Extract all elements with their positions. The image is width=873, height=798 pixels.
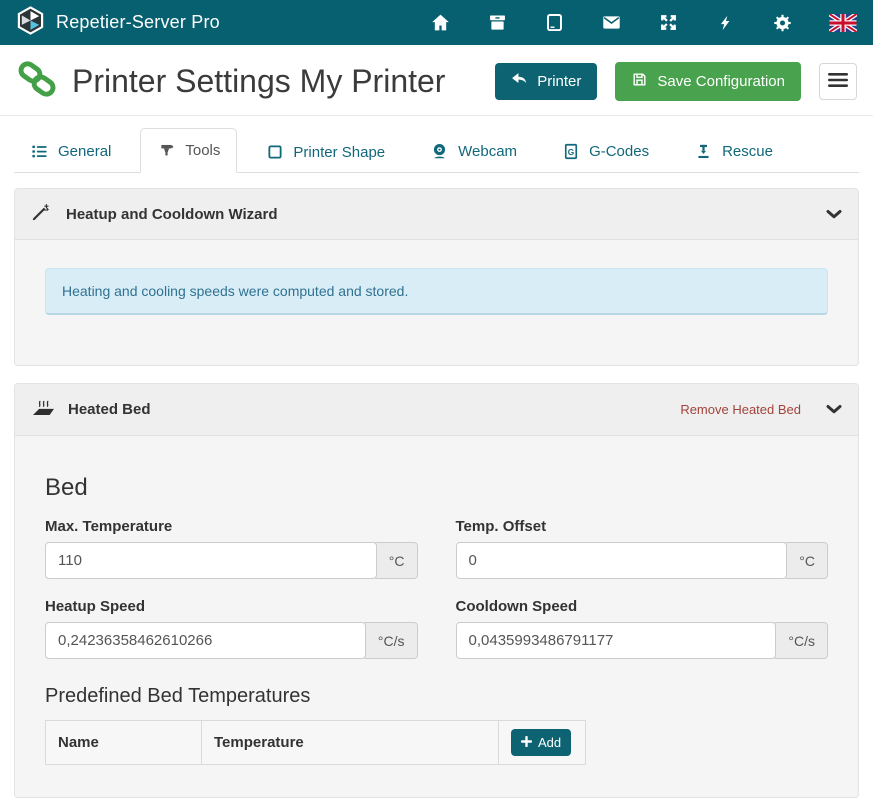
column-header-action: Add bbox=[499, 721, 586, 765]
max-temperature-field: Max. Temperature °C bbox=[45, 518, 418, 579]
navbar-icons bbox=[430, 12, 857, 33]
heated-bed-panel: Heated Bed Remove Heated Bed Bed Max. Te… bbox=[14, 383, 859, 798]
printer-box-icon[interactable] bbox=[487, 12, 508, 33]
temp-offset-unit: °C bbox=[783, 542, 828, 579]
column-header-temperature: Temperature bbox=[202, 721, 499, 765]
heated-bed-icon bbox=[31, 397, 56, 422]
tab-tools[interactable]: Tools bbox=[140, 128, 237, 173]
printer-back-label: Printer bbox=[537, 73, 581, 90]
max-temperature-unit: °C bbox=[373, 542, 418, 579]
heatup-speed-unit: °C/s bbox=[362, 622, 418, 659]
printer-back-button[interactable]: Printer bbox=[495, 63, 597, 100]
home-icon[interactable] bbox=[430, 12, 451, 33]
tab-general[interactable]: General bbox=[14, 130, 127, 173]
tab-printer-shape-label: Printer Shape bbox=[293, 144, 385, 161]
predefined-bed-temperatures-table: Name Temperature Add bbox=[45, 720, 586, 765]
tab-webcam-label: Webcam bbox=[458, 143, 517, 160]
max-temperature-input[interactable] bbox=[45, 542, 377, 579]
predefined-bed-temperatures-heading: Predefined Bed Temperatures bbox=[45, 685, 828, 708]
save-configuration-button[interactable]: Save Configuration bbox=[615, 62, 801, 101]
tab-printer-shape[interactable]: Printer Shape bbox=[250, 131, 401, 173]
back-arrow-icon bbox=[511, 72, 528, 91]
fullscreen-icon[interactable] bbox=[658, 12, 679, 33]
header-divider bbox=[0, 115, 873, 116]
tab-rescue-label: Rescue bbox=[722, 143, 773, 160]
wizard-collapse-chevron-icon[interactable] bbox=[826, 209, 842, 220]
brand[interactable]: Repetier-Server Pro bbox=[16, 6, 220, 40]
heated-bed-panel-title: Heated Bed bbox=[68, 401, 151, 418]
more-menu-button[interactable] bbox=[819, 63, 857, 100]
heated-bed-panel-body: Bed Max. Temperature °C Temp. Offset °C … bbox=[15, 436, 858, 797]
magic-wand-icon bbox=[31, 202, 51, 226]
bed-section-heading: Bed bbox=[45, 474, 828, 502]
plus-icon bbox=[521, 735, 532, 750]
heatup-speed-input[interactable] bbox=[45, 622, 366, 659]
bed-fields-grid: Max. Temperature °C Temp. Offset °C Heat… bbox=[45, 518, 828, 659]
add-temperature-label: Add bbox=[538, 735, 561, 750]
table-header-row: Name Temperature Add bbox=[46, 721, 586, 765]
tab-webcam[interactable]: Webcam bbox=[414, 130, 533, 173]
cooldown-speed-label: Cooldown Speed bbox=[456, 598, 829, 615]
settings-tabs: General Tools Printer Shape Webcam G G-C… bbox=[14, 128, 859, 173]
temp-offset-label: Temp. Offset bbox=[456, 518, 829, 535]
max-temperature-label: Max. Temperature bbox=[45, 518, 418, 535]
tab-tools-label: Tools bbox=[185, 142, 220, 159]
heated-bed-collapse-chevron-icon[interactable] bbox=[826, 404, 842, 415]
heatup-cooldown-wizard-panel: Heatup and Cooldown Wizard Heating and c… bbox=[14, 188, 859, 366]
temp-offset-field: Temp. Offset °C bbox=[456, 518, 829, 579]
hamburger-menu-icon bbox=[828, 72, 848, 91]
quick-commands-bolt-icon[interactable] bbox=[715, 12, 736, 33]
repetier-logo-icon bbox=[16, 6, 45, 40]
header-actions: Printer Save Configuration bbox=[495, 62, 857, 101]
messages-envelope-icon[interactable] bbox=[601, 12, 622, 33]
heated-bed-panel-header[interactable]: Heated Bed Remove Heated Bed bbox=[15, 384, 858, 436]
brand-title: Repetier-Server Pro bbox=[56, 12, 220, 33]
temp-offset-input[interactable] bbox=[456, 542, 788, 579]
tab-general-label: General bbox=[58, 143, 111, 160]
heatup-speed-label: Heatup Speed bbox=[45, 598, 418, 615]
cooldown-speed-unit: °C/s bbox=[772, 622, 828, 659]
tablet-icon[interactable] bbox=[544, 12, 565, 33]
cooldown-speed-field: Cooldown Speed °C/s bbox=[456, 598, 829, 659]
wizard-alert-text: Heating and cooling speeds were computed… bbox=[62, 283, 408, 299]
wizard-panel-header[interactable]: Heatup and Cooldown Wizard bbox=[15, 189, 858, 240]
page-title: Printer Settings My Printer bbox=[72, 63, 445, 100]
settings-gear-icon[interactable] bbox=[772, 12, 793, 33]
tab-gcodes-label: G-Codes bbox=[589, 143, 649, 160]
column-header-name: Name bbox=[46, 721, 202, 765]
add-temperature-button[interactable]: Add bbox=[511, 729, 571, 756]
save-configuration-label: Save Configuration bbox=[657, 73, 785, 90]
link-chain-icon bbox=[16, 58, 58, 105]
wizard-panel-title: Heatup and Cooldown Wizard bbox=[66, 206, 278, 223]
top-navbar: Repetier-Server Pro bbox=[0, 0, 873, 45]
tab-rescue[interactable]: Rescue bbox=[678, 130, 789, 173]
heatup-speed-field: Heatup Speed °C/s bbox=[45, 598, 418, 659]
save-floppy-icon bbox=[631, 71, 648, 92]
wizard-panel-body: Heating and cooling speeds were computed… bbox=[15, 240, 858, 365]
tab-gcodes[interactable]: G G-Codes bbox=[546, 130, 665, 173]
remove-heated-bed-link[interactable]: Remove Heated Bed bbox=[680, 402, 801, 417]
cooldown-speed-input[interactable] bbox=[456, 622, 777, 659]
svg-text:G: G bbox=[568, 148, 574, 157]
wizard-info-alert: Heating and cooling speeds were computed… bbox=[45, 268, 828, 315]
language-flag-icon[interactable] bbox=[829, 12, 857, 33]
page-header: Printer Settings My Printer Printer Save… bbox=[0, 45, 873, 115]
